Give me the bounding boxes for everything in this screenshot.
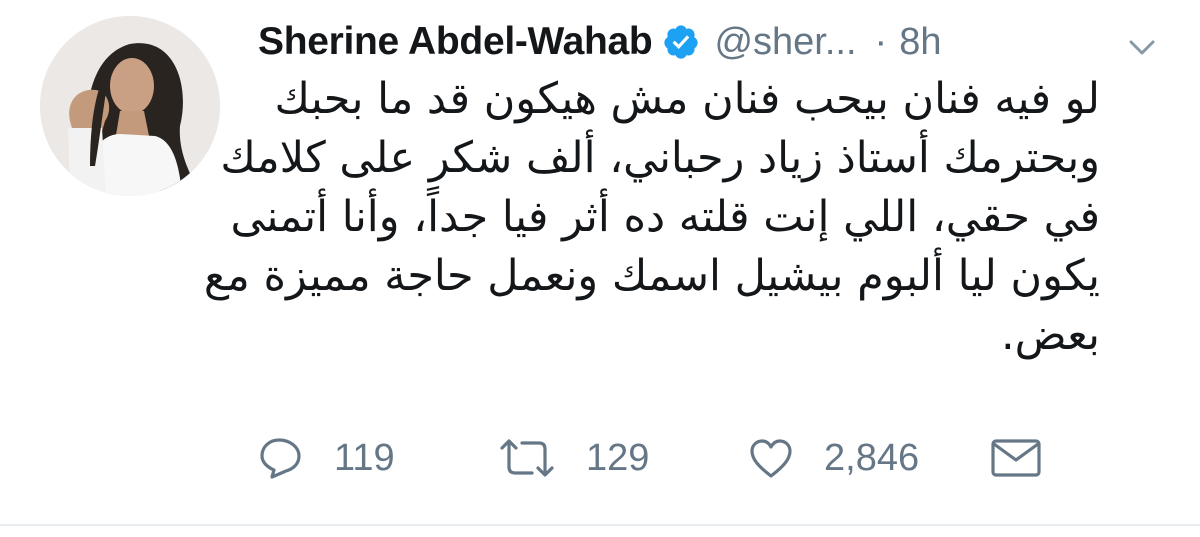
tweet-text-line: بعض. [1000,310,1100,360]
reply-button[interactable]: 119 [258,428,395,488]
heart-icon [748,437,794,479]
retweet-count: 129 [586,436,650,479]
reply-count: 119 [334,436,395,479]
separator-dot: · [874,20,888,63]
tweet[interactable]: Sherine Abdel-Wahab @sher... · 8h لو فيه… [0,0,1200,537]
tweet-text-line: لو فيه فنان بيحب فنان مش هيكون قد ما بحب… [274,74,1100,124]
tweet-text: لو فيه فنان بيحب فنان مش هيكون قد ما بحب… [203,70,1100,365]
author-handle[interactable]: @sher... [714,21,856,64]
like-button[interactable]: 2,846 [748,428,919,488]
retweet-button[interactable]: 129 [498,428,649,488]
chevron-down-icon[interactable] [1128,38,1156,58]
divider [0,524,1200,526]
tweet-timestamp[interactable]: 8h [899,21,941,64]
envelope-icon [990,438,1042,478]
direct-message-button[interactable] [990,428,1042,488]
tweet-actions: 119 129 2,846 [258,428,1138,488]
retweet-icon [498,436,556,480]
author-name[interactable]: Sherine Abdel-Wahab [258,20,653,64]
like-count: 2,846 [824,436,920,479]
verified-badge-icon [662,23,700,61]
tweet-text-line: يكون ليا ألبوم بيشيل اسمك ونعمل حاجة ممي… [203,251,1100,301]
tweet-header: Sherine Abdel-Wahab @sher... · 8h [258,14,1168,70]
avatar[interactable] [40,16,220,196]
reply-icon [258,436,304,480]
tweet-text-line: وبحترمك أستاذ زياد رحباني، ألف شكر على ك… [220,133,1100,183]
tweet-text-line: في حقي، اللي إنت قلته ده أثر فيا جداً، و… [230,192,1100,242]
